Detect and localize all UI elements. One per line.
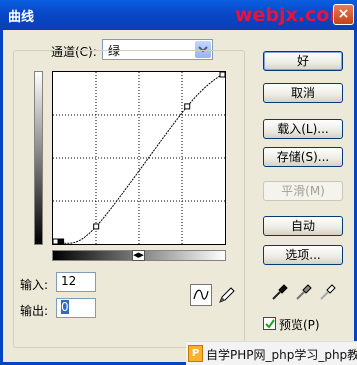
input-label: 输入: <box>20 278 49 292</box>
curve-point[interactable] <box>93 223 100 230</box>
title-bar: 曲线 webjx.com × <box>0 0 357 30</box>
gray-point-eyedropper-icon[interactable] <box>294 282 314 302</box>
curve-point[interactable] <box>53 238 59 244</box>
input-field[interactable]: 12 <box>56 272 96 292</box>
output-gradient-bar <box>34 71 43 245</box>
input-gradient-bar[interactable]: ◀▶ <box>52 250 226 261</box>
window-title: 曲线 <box>8 10 35 25</box>
curve-graph[interactable] <box>52 71 226 245</box>
close-button[interactable]: × <box>333 4 354 25</box>
preview-label[interactable]: 预览(P) <box>279 316 320 333</box>
curve-point[interactable] <box>184 103 191 110</box>
black-point-eyedropper-icon[interactable] <box>270 282 290 302</box>
output-field[interactable]: 0 <box>56 298 96 318</box>
smooth-button[interactable]: 平滑(M) <box>263 181 343 201</box>
curve-point[interactable] <box>58 238 65 244</box>
curve-tool-icon[interactable] <box>190 284 212 306</box>
footer-text: 自学PHP网_php学习_php教 <box>206 348 357 362</box>
preview-checkbox[interactable] <box>263 317 276 330</box>
cancel-button[interactable]: 取消 <box>263 83 343 103</box>
options-button[interactable]: 选项... <box>263 245 343 265</box>
save-button[interactable]: 存储(S)... <box>263 147 343 167</box>
load-button[interactable]: 载入(L)... <box>263 119 343 139</box>
output-value: 0 <box>61 300 69 314</box>
gradient-direction-toggle-icon[interactable]: ◀▶ <box>132 250 145 261</box>
output-label: 输出: <box>20 304 49 318</box>
tone-curve <box>53 72 225 244</box>
curve-point[interactable] <box>219 72 225 78</box>
php-logo-icon: P <box>188 345 203 362</box>
white-point-eyedropper-icon[interactable] <box>318 282 338 302</box>
footer-watermark: P 自学PHP网_php学习_php教 <box>186 341 357 365</box>
ok-button[interactable]: 好 <box>263 51 343 71</box>
auto-button[interactable]: 自动 <box>263 216 343 236</box>
pencil-tool-icon[interactable] <box>216 284 238 306</box>
